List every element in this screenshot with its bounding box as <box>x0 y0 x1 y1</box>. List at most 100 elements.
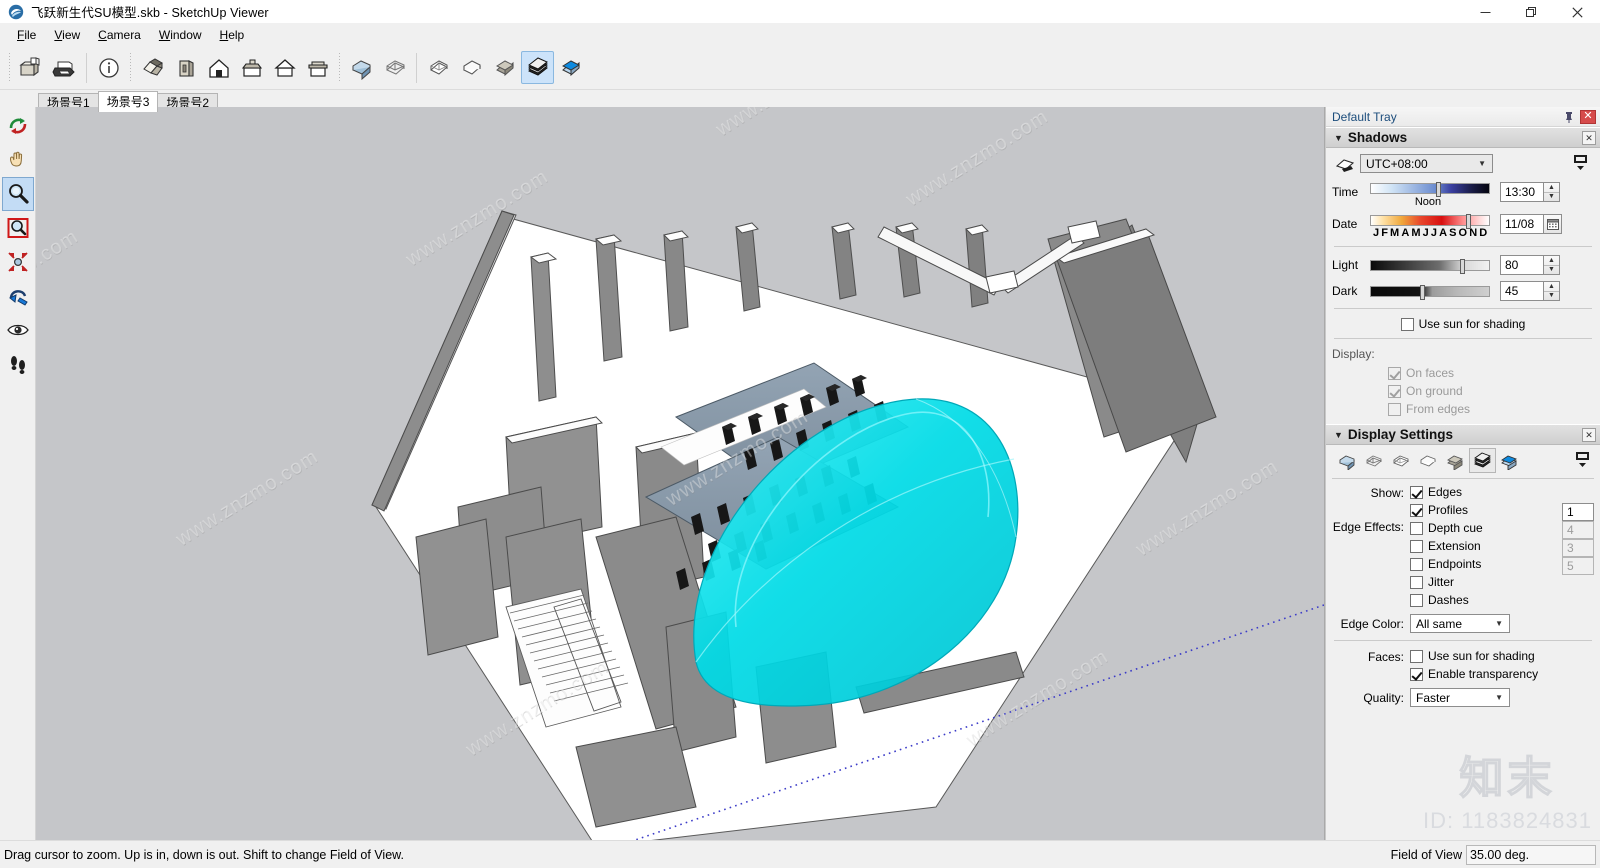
display-on-ground-checkbox[interactable]: On ground <box>1388 384 1594 398</box>
use-sun-for-shading-checkbox[interactable]: Use sun for shading <box>1332 317 1594 331</box>
look-around-eye-icon[interactable] <box>2 313 34 347</box>
checkbox-box[interactable] <box>1410 503 1423 517</box>
style-texture-icon[interactable] <box>1469 448 1496 473</box>
checkbox-box[interactable] <box>1410 539 1423 553</box>
zoom-extents-icon[interactable] <box>2 245 34 279</box>
jitter-checkbox[interactable]: Jitter <box>1410 575 1594 589</box>
dark-stepper[interactable]: 45 ▲ ▼ <box>1500 281 1560 301</box>
dark-slider[interactable] <box>1370 284 1490 300</box>
time-increment[interactable]: ▲ <box>1544 183 1559 193</box>
style-xray-icon[interactable] <box>345 51 378 84</box>
checkbox-box[interactable] <box>1410 649 1423 663</box>
pan-hand-icon[interactable] <box>2 143 34 177</box>
close-icon[interactable]: ✕ <box>1580 109 1596 124</box>
checkbox-box[interactable] <box>1388 384 1401 398</box>
menu-window[interactable]: Window <box>150 25 211 45</box>
open-folder-icon[interactable] <box>15 51 48 84</box>
orbit-icon[interactable] <box>2 109 34 143</box>
checkbox-box[interactable] <box>1410 593 1423 607</box>
time-value[interactable]: 13:30 <box>1500 182 1544 202</box>
edge-color-select[interactable]: All same ▼ <box>1410 614 1510 633</box>
zoom-window-icon[interactable] <box>2 211 34 245</box>
style-flat-icon[interactable] <box>455 51 488 84</box>
display-on-faces-checkbox[interactable]: On faces <box>1388 366 1594 380</box>
endpoints-checkbox[interactable]: Endpoints <box>1410 557 1562 571</box>
shadows-close-icon[interactable]: ✕ <box>1582 130 1596 145</box>
home-view-icon[interactable] <box>202 51 235 84</box>
model-info-icon[interactable] <box>92 51 125 84</box>
style-monochrome-icon[interactable] <box>554 51 587 84</box>
light-slider-thumb[interactable] <box>1460 258 1465 274</box>
zoom-magnifier-icon[interactable] <box>1 177 34 211</box>
style-xray-icon[interactable] <box>1334 448 1361 473</box>
top-view-icon[interactable] <box>235 51 268 84</box>
profiles-value[interactable]: 1 <box>1562 503 1594 521</box>
style-texture-icon[interactable] <box>521 51 554 84</box>
walk-footprints-icon[interactable] <box>2 347 34 381</box>
date-slider[interactable] <box>1370 214 1490 229</box>
shadow-toggle-icon[interactable] <box>1332 155 1360 173</box>
endpoints-value[interactable]: 5 <box>1562 557 1594 575</box>
display-shadows-icon[interactable] <box>1573 154 1588 173</box>
model-viewport[interactable]: www.znzmo.com www.znzmo.com www.znzmo.co… <box>36 107 1325 840</box>
back-view-icon[interactable] <box>268 51 301 84</box>
style-wireframe-icon[interactable] <box>378 51 411 84</box>
print-icon[interactable] <box>48 51 81 84</box>
dark-increment[interactable]: ▲ <box>1544 282 1559 292</box>
fov-value[interactable]: 35.00 deg. <box>1466 844 1596 865</box>
date-stepper[interactable]: 11/08 <box>1500 214 1562 234</box>
shadows-section-header[interactable]: ▼ Shadows ✕ <box>1326 127 1600 148</box>
display-settings-icon[interactable] <box>1575 451 1590 470</box>
time-stepper[interactable]: 13:30 ▲ ▼ <box>1500 182 1560 202</box>
date-value[interactable]: 11/08 <box>1500 214 1544 234</box>
checkbox-box[interactable] <box>1410 557 1423 571</box>
edges-checkbox[interactable]: Edges <box>1410 485 1594 499</box>
time-decrement[interactable]: ▼ <box>1544 193 1559 202</box>
style-shaded-icon[interactable] <box>488 51 521 84</box>
light-increment[interactable]: ▲ <box>1544 256 1559 266</box>
display-settings-close-icon[interactable]: ✕ <box>1582 427 1596 442</box>
depth-cue-checkbox[interactable]: Depth cue <box>1410 521 1562 535</box>
date-slider-thumb[interactable] <box>1466 214 1471 229</box>
toolbar-grip-2[interactable] <box>127 52 134 83</box>
dark-decrement[interactable]: ▼ <box>1544 292 1559 301</box>
timezone-select[interactable]: UTC+08:00 ▼ <box>1360 154 1493 173</box>
extension-value[interactable]: 3 <box>1562 539 1594 557</box>
faces-transparency-checkbox[interactable]: Enable transparency <box>1410 667 1594 681</box>
style-flat-icon[interactable] <box>1415 448 1442 473</box>
time-slider-thumb[interactable] <box>1436 182 1441 197</box>
faces-use-sun-checkbox[interactable]: Use sun for shading <box>1410 649 1594 663</box>
scene-tab-3[interactable]: 场景号3 <box>97 91 159 112</box>
bottom-view-icon[interactable] <box>301 51 334 84</box>
chevron-down-icon[interactable]: ▼ <box>1334 430 1343 440</box>
maximize-button[interactable] <box>1508 0 1554 24</box>
light-value[interactable]: 80 <box>1500 255 1544 275</box>
menu-file[interactable]: File <box>8 25 45 45</box>
dark-value[interactable]: 45 <box>1500 281 1544 301</box>
checkbox-box[interactable] <box>1410 485 1423 499</box>
style-shaded-icon[interactable] <box>1442 448 1469 473</box>
style-hiddenline-icon[interactable] <box>1388 448 1415 473</box>
checkbox-box[interactable] <box>1410 575 1423 589</box>
pin-icon[interactable] <box>1560 109 1578 125</box>
display-from-edges-checkbox[interactable]: From edges <box>1388 402 1594 416</box>
checkbox-box[interactable] <box>1410 667 1423 681</box>
model-canvas[interactable] <box>36 107 1324 840</box>
quality-select[interactable]: Faster ▼ <box>1410 688 1510 707</box>
menu-help[interactable]: Help <box>211 25 254 45</box>
light-spin-buttons[interactable]: ▲ ▼ <box>1544 255 1560 275</box>
minimize-button[interactable] <box>1462 0 1508 24</box>
light-decrement[interactable]: ▼ <box>1544 266 1559 275</box>
chevron-down-icon[interactable]: ▼ <box>1334 133 1343 143</box>
time-spin-buttons[interactable]: ▲ ▼ <box>1544 182 1560 202</box>
front-view-icon[interactable] <box>169 51 202 84</box>
display-settings-section-header[interactable]: ▼ Display Settings ✕ <box>1326 424 1600 445</box>
close-button[interactable] <box>1554 0 1600 24</box>
menu-view[interactable]: View <box>45 25 89 45</box>
calendar-icon[interactable] <box>1544 214 1562 234</box>
checkbox-box[interactable] <box>1388 402 1401 416</box>
menu-camera[interactable]: Camera <box>89 25 150 45</box>
light-slider[interactable] <box>1370 258 1490 274</box>
iso-view-icon[interactable] <box>136 51 169 84</box>
toolbar-grip[interactable] <box>6 52 13 83</box>
